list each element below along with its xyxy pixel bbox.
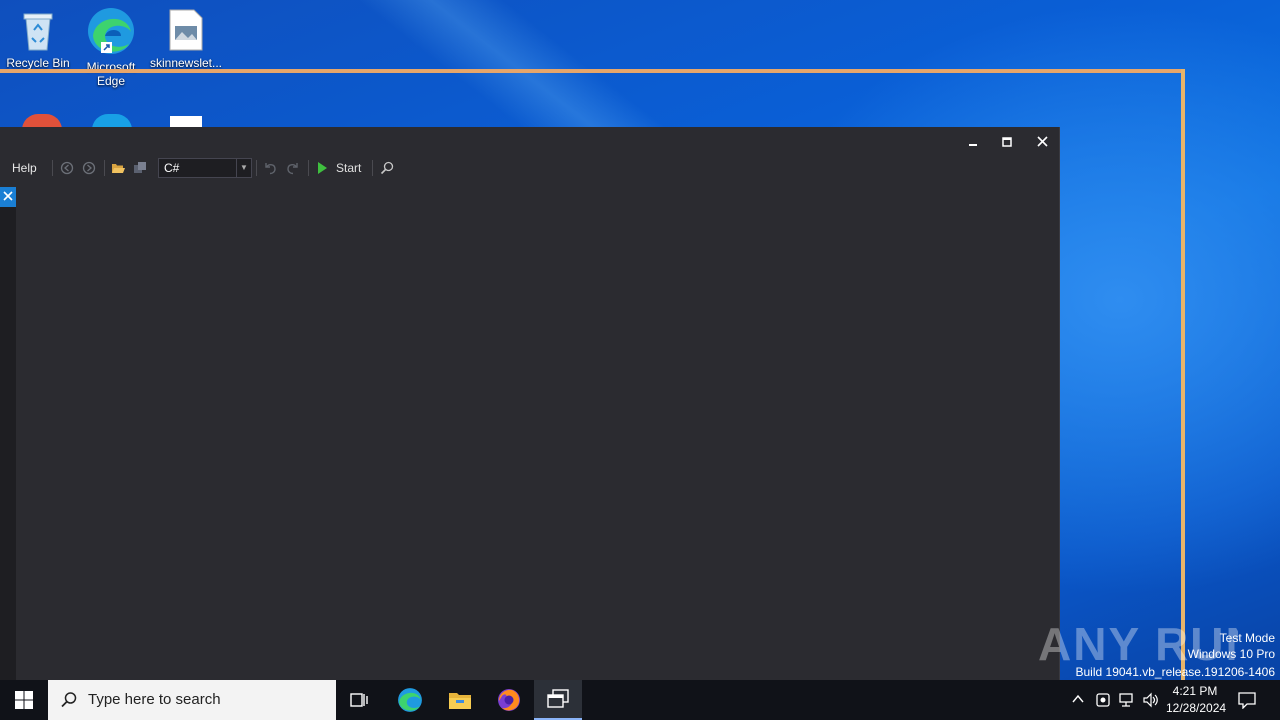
windows-edition-label: Windows 10 Pro [1187,647,1275,661]
clock-time: 4:21 PM [1172,684,1218,698]
search-icon [380,161,394,175]
recycle-bin-icon [18,8,58,52]
redo-icon [287,163,298,175]
forward-button[interactable] [82,159,96,177]
notification-center-button[interactable] [1238,691,1256,712]
task-view-button[interactable] [336,680,384,720]
toolbar-separator [256,160,257,176]
toolbar: Help C# ▼ Start [0,155,1059,181]
close-icon [1036,136,1048,147]
taskbar: Type here to search 4:21 PM 12/28/2024 [0,680,1280,720]
tray-app-icon[interactable] [1095,692,1111,711]
app-window: Help C# ▼ Start [0,127,1060,680]
folder-icon [449,693,471,709]
play-icon [318,162,327,174]
back-arrow-icon [60,161,74,175]
test-mode-label: Test Mode [1219,631,1275,645]
menu-help[interactable]: Help [12,159,37,177]
taskbar-firefox-button[interactable] [485,680,533,720]
windows-logo-icon [15,691,33,709]
desktop-icon-recycle-bin[interactable]: Recycle Bin [0,8,76,70]
open-folder-icon [112,164,125,173]
open-button[interactable] [111,159,126,177]
editor-area[interactable] [16,187,1059,680]
language-select[interactable]: C# ▼ [158,158,252,178]
undo-button[interactable] [263,159,277,177]
search-icon [61,692,77,708]
desktop-icon-label: Recycle Bin [6,56,70,70]
desktop-icon-label: skinnewslet... [149,56,223,70]
taskbar-search-box[interactable]: Type here to search [48,680,336,720]
taskbar-edge-button[interactable] [386,680,434,720]
language-select-value: C# [164,161,180,175]
image-file-icon [166,8,206,52]
toolbar-separator [372,160,373,176]
notification-icon [1238,692,1256,710]
taskbar-file-explorer-button[interactable] [436,680,484,720]
app-window-icon [547,689,569,708]
edge-icon [87,6,135,56]
maximize-icon [1002,137,1012,147]
desktop-icon-skinnewsletter[interactable]: skinnewslet... [148,8,224,70]
edge-icon [398,688,422,712]
redo-button[interactable] [286,159,300,177]
desktop-icon-edge[interactable]: Microsoft Edge [73,6,149,88]
overlay-border-top [0,69,1184,73]
start-menu-button[interactable] [0,680,48,720]
undo-icon [265,163,276,175]
save-icon [134,162,146,173]
start-button[interactable]: Start [316,159,361,177]
build-label: Build 19041.vb_release.191206-1406 [1075,665,1276,679]
start-label: Start [336,161,362,175]
desktop-icon-label: Microsoft Edge [86,60,136,88]
toolbar-separator [308,160,309,176]
toolbar-separator [104,160,105,176]
task-view-icon [350,693,368,707]
chevron-down-icon: ▼ [236,159,251,177]
maximize-button[interactable] [993,131,1021,153]
title-bar[interactable] [0,127,1059,155]
minimize-button[interactable] [959,131,987,153]
firefox-icon [498,689,520,711]
toolbar-separator [52,160,53,176]
find-button[interactable] [380,159,394,177]
network-icon[interactable] [1118,692,1136,711]
clock[interactable]: 4:21 PM 12/28/2024 [1166,684,1227,715]
volume-icon[interactable] [1142,692,1160,711]
minimize-icon [969,144,977,146]
search-placeholder: Type here to search [88,691,221,708]
close-icon [3,191,13,201]
taskbar-active-app-button[interactable] [534,680,582,720]
forward-arrow-icon [82,161,96,175]
chevron-up-icon[interactable] [1071,692,1085,709]
side-panel-strip [0,187,16,680]
anyrun-brand-text: ANY RUN [1038,618,1238,670]
close-button[interactable] [1028,131,1056,153]
clock-date: 12/28/2024 [1166,701,1227,715]
save-button[interactable] [133,159,147,177]
anyrun-logo: ANY RUN [1038,618,1259,670]
back-button[interactable] [60,159,74,177]
panel-close-button[interactable] [0,187,16,207]
